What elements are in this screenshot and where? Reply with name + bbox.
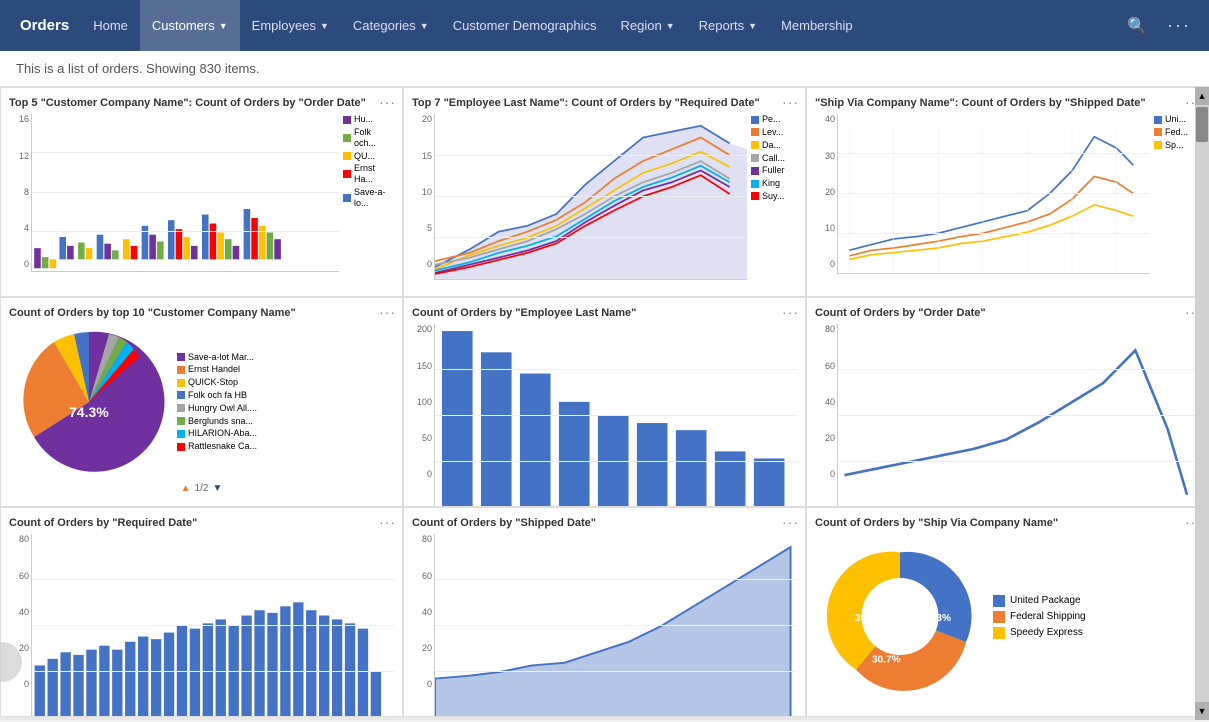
scroll-down-arrow[interactable]: ▼ xyxy=(1195,702,1209,720)
navbar: Orders Home Customers ▼ Employees ▼ Cate… xyxy=(0,0,1209,51)
chart-orders-by-required: Count of Orders by "Required Date" ··· 0… xyxy=(0,507,403,717)
chart4-menu[interactable]: ··· xyxy=(379,304,396,320)
svg-text:39.3%: 39.3% xyxy=(922,613,951,624)
nav-brand[interactable]: Orders xyxy=(8,17,81,34)
chart3-y-axis: 010203040 xyxy=(815,114,837,269)
chart5-menu[interactable]: ··· xyxy=(782,304,799,320)
chevron-down-icon: ▼ xyxy=(219,21,228,31)
chart8-title: Count of Orders by "Shipped Date" xyxy=(412,516,797,530)
search-icon[interactable]: 🔍 xyxy=(1117,16,1157,36)
chart9-donut-container: 39.3% 30.7% 30% United Package Federal S… xyxy=(815,534,1200,699)
nav-item-region[interactable]: Region ▼ xyxy=(608,0,686,51)
chart2-title: Top 7 "Employee Last Name": Count of Ord… xyxy=(412,96,797,110)
chart-orders-by-shipvia-donut: Count of Orders by "Ship Via Company Nam… xyxy=(806,507,1209,717)
scroll-up-arrow[interactable]: ▲ xyxy=(1195,87,1209,105)
subheader: This is a list of orders. Showing 830 it… xyxy=(0,51,1209,87)
chart2-legend: Pe... Lev... Da... Call... Fuller King S… xyxy=(747,114,797,269)
subheader-text: This is a list of orders. Showing 830 it… xyxy=(16,61,260,76)
nav-item-categories[interactable]: Categories ▼ xyxy=(341,0,441,51)
chart7-title: Count of Orders by "Required Date" xyxy=(9,516,394,530)
chart8-y-axis: 020406080 xyxy=(412,534,434,689)
chart-orders-by-shipped: Count of Orders by "Shipped Date" ··· 02… xyxy=(403,507,806,717)
chart1-y-axis: 0481216 xyxy=(9,114,31,269)
chart4-title: Count of Orders by top 10 "Customer Comp… xyxy=(9,306,394,320)
chart4-page-indicator: ▲ 1/2 ▼ xyxy=(9,483,394,494)
more-options-icon[interactable]: ··· xyxy=(1157,15,1201,36)
chart5-y-axis: 050100150200 xyxy=(412,324,434,479)
chart-customer-orders-by-date: Top 5 "Customer Company Name": Count of … xyxy=(0,87,403,297)
chart5-area xyxy=(434,324,797,507)
chart2-area xyxy=(434,114,747,280)
charts-grid: Top 5 "Customer Company Name": Count of … xyxy=(0,87,1209,720)
chevron-down-icon: ▼ xyxy=(666,21,675,31)
chart5-title: Count of Orders by "Employee Last Name" xyxy=(412,306,797,320)
chart-shipvia-by-shipped: "Ship Via Company Name": Count of Orders… xyxy=(806,87,1209,297)
nav-item-reports[interactable]: Reports ▼ xyxy=(687,0,769,51)
chart7-menu[interactable]: ··· xyxy=(379,514,396,530)
chart6-area xyxy=(837,324,1200,507)
chevron-down-icon: ▼ xyxy=(320,21,329,31)
svg-text:30.7%: 30.7% xyxy=(872,655,901,666)
chart1-title: Top 5 "Customer Company Name": Count of … xyxy=(9,96,394,110)
chart9-legend: United Package Federal Shipping Speedy E… xyxy=(985,595,1086,639)
chart3-title: "Ship Via Company Name": Count of Orders… xyxy=(815,96,1200,110)
chart-orders-by-employee: Count of Orders by "Employee Last Name" … xyxy=(403,297,806,507)
chart6-title: Count of Orders by "Order Date" xyxy=(815,306,1200,320)
chart-top10-customers-pie: Count of Orders by top 10 "Customer Comp… xyxy=(0,297,403,507)
nav-item-home[interactable]: Home xyxy=(81,0,140,51)
chart2-y-axis: 05101520 xyxy=(412,114,434,269)
chart2-menu[interactable]: ··· xyxy=(782,94,799,110)
nav-item-customers[interactable]: Customers ▼ xyxy=(140,0,240,51)
chart8-area xyxy=(434,534,797,717)
nav-item-employees[interactable]: Employees ▼ xyxy=(240,0,341,51)
nav-item-customer-demographics[interactable]: Customer Demographics xyxy=(441,0,609,51)
chart-orders-by-orderdate: Count of Orders by "Order Date" ··· 0204… xyxy=(806,297,1209,507)
scrollbar[interactable]: ▲ ▼ xyxy=(1195,87,1209,720)
scroll-thumb[interactable] xyxy=(1196,107,1208,142)
chart1-menu[interactable]: ··· xyxy=(379,94,396,110)
chart3-area xyxy=(837,114,1150,274)
nav-item-membership[interactable]: Membership xyxy=(769,0,865,51)
chevron-down-icon: ▼ xyxy=(748,21,757,31)
chart9-title: Count of Orders by "Ship Via Company Nam… xyxy=(815,516,1200,530)
svg-text:74.3%: 74.3% xyxy=(69,404,109,420)
chart1-legend: Hu... Folk och... QU... Ernst Ha... Save… xyxy=(339,114,394,269)
chart-employee-orders-by-required: Top 7 "Employee Last Name": Count of Ord… xyxy=(403,87,806,297)
chart8-menu[interactable]: ··· xyxy=(782,514,799,530)
chart1-area xyxy=(31,114,339,272)
chart6-y-axis: 020406080 xyxy=(815,324,837,479)
chart3-legend: Uni... Fed... Sp... xyxy=(1150,114,1200,269)
chart4-pie-container: 74.3% Save-a-lot Mar... Ernst Handel QUI… xyxy=(9,324,394,479)
chart4-legend: Save-a-lot Mar... Ernst Handel QUICK-Sto… xyxy=(169,352,394,452)
chart7-area xyxy=(31,534,394,717)
chevron-down-icon: ▼ xyxy=(420,21,429,31)
svg-text:30%: 30% xyxy=(855,613,875,624)
